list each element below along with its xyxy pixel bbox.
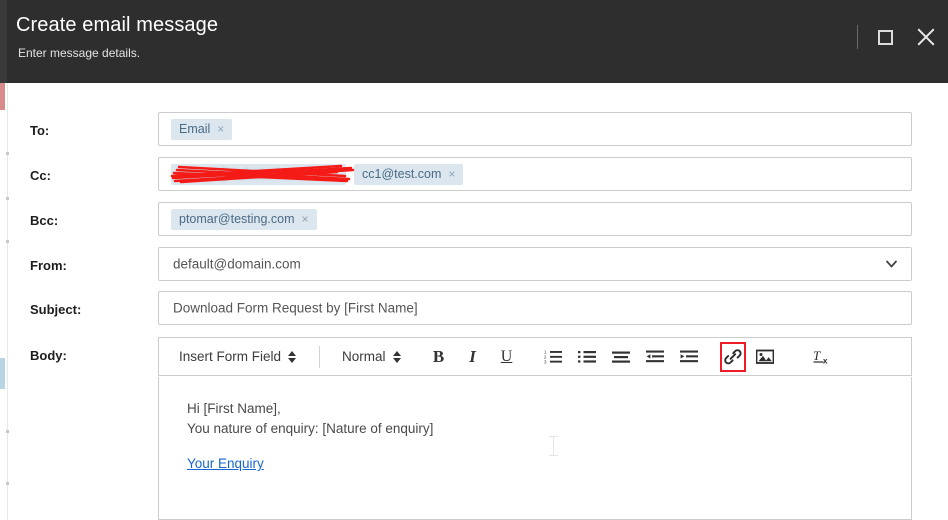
bcc-chip-list: ptomar@testing.com × (159, 203, 911, 235)
chip-label: cc1@test.com (362, 166, 442, 181)
chip-remove-icon[interactable]: × (448, 168, 455, 180)
bcc-label: Bcc: (30, 213, 59, 228)
up-down-arrows-icon (392, 350, 402, 364)
italic-button[interactable]: I (458, 342, 488, 372)
toolbar-divider (319, 345, 321, 368)
outdent-icon (645, 350, 664, 363)
ordered-list-button[interactable]: 1 2 3 (538, 342, 568, 372)
to-field[interactable]: Email × (158, 112, 912, 146)
page-subtitle: Enter message details. (18, 46, 141, 60)
from-select-value: default@domain.com (173, 256, 301, 272)
subject-value: Download Form Request by [First Name] (173, 300, 418, 316)
cc-label: Cc: (30, 168, 51, 183)
align-button[interactable] (606, 342, 636, 372)
up-down-arrows-icon (288, 350, 297, 364)
outdent-button[interactable] (640, 342, 670, 372)
align-left-icon (611, 351, 630, 363)
body-label: Body: (30, 348, 67, 363)
window-controls (857, 24, 938, 50)
bold-button[interactable]: B (424, 342, 454, 372)
chip-label: ptomar@testing.com (179, 211, 295, 226)
body-enquiry-link[interactable]: Your Enquiry (187, 456, 264, 471)
recipient-chip[interactable]: ptomar@testing.com × (171, 208, 317, 230)
recipient-chip[interactable]: cc1@test.com × (354, 163, 464, 185)
recipient-chip-redacted[interactable]: person@redacted.com × (170, 163, 355, 185)
window-controls-divider (857, 25, 858, 49)
subject-label: Subject: (30, 302, 82, 317)
svg-text:3: 3 (544, 359, 547, 364)
clear-formatting-button[interactable]: T x (808, 342, 838, 372)
chip-remove-icon[interactable]: × (302, 213, 309, 225)
close-icon (915, 27, 935, 47)
indent-button[interactable] (674, 342, 704, 372)
from-select[interactable]: default@domain.com (158, 247, 912, 281)
ordered-list-icon: 1 2 3 (544, 350, 562, 364)
bcc-field[interactable]: ptomar@testing.com × (158, 202, 912, 236)
body-line-1: Hi [First Name], (187, 401, 281, 416)
chip-label: Email (179, 121, 211, 136)
chip-remove-icon[interactable]: × (217, 123, 224, 135)
unordered-list-button[interactable] (572, 342, 602, 372)
paragraph-style-label: Normal (342, 349, 386, 364)
to-chip-list: Email × (159, 113, 911, 145)
clear-formatting-icon: T x (813, 348, 828, 366)
insert-link-button[interactable] (719, 341, 746, 372)
maximize-icon (877, 29, 893, 45)
underline-button[interactable]: U (492, 342, 522, 372)
create-email-message-dialog: Create email message Enter message detai… (0, 0, 948, 520)
email-body-editor[interactable]: Hi [First Name], You nature of enquiry: … (158, 377, 912, 520)
link-icon (723, 348, 742, 364)
insert-form-field-label: Insert Form Field (179, 349, 282, 364)
image-icon (755, 349, 774, 364)
dialog-title-bar: Create email message Enter message detai… (0, 0, 948, 83)
page-title: Create email message (16, 14, 219, 36)
svg-text:T: T (813, 348, 821, 363)
svg-text:x: x (823, 357, 828, 366)
cc-chip-list: person@redacted.com × cc1@test.com × (159, 158, 911, 190)
maximize-button[interactable] (872, 24, 898, 50)
recipient-chip[interactable]: Email × (171, 118, 233, 140)
indent-icon (679, 350, 698, 363)
insert-form-field-dropdown[interactable]: Insert Form Field (171, 349, 305, 364)
cc-field[interactable]: person@redacted.com × cc1@test.com × (158, 157, 912, 191)
unordered-list-icon (577, 351, 596, 363)
from-label: From: (30, 258, 67, 273)
title-bar-left-accent (0, 0, 7, 83)
text-cursor (549, 436, 558, 456)
chip-remove-icon[interactable]: × (313, 168, 320, 180)
rich-text-toolbar: Insert Form Field Normal B I U 1 2 3 T x (158, 337, 912, 376)
chevron-down-icon (886, 260, 897, 268)
chip-label: person@redacted.com (179, 166, 306, 181)
paragraph-style-dropdown[interactable]: Normal (334, 349, 410, 364)
close-button[interactable] (912, 24, 938, 50)
to-label: To: (30, 123, 50, 138)
subject-input[interactable]: Download Form Request by [First Name] (158, 291, 912, 325)
insert-image-button[interactable] (750, 342, 780, 372)
